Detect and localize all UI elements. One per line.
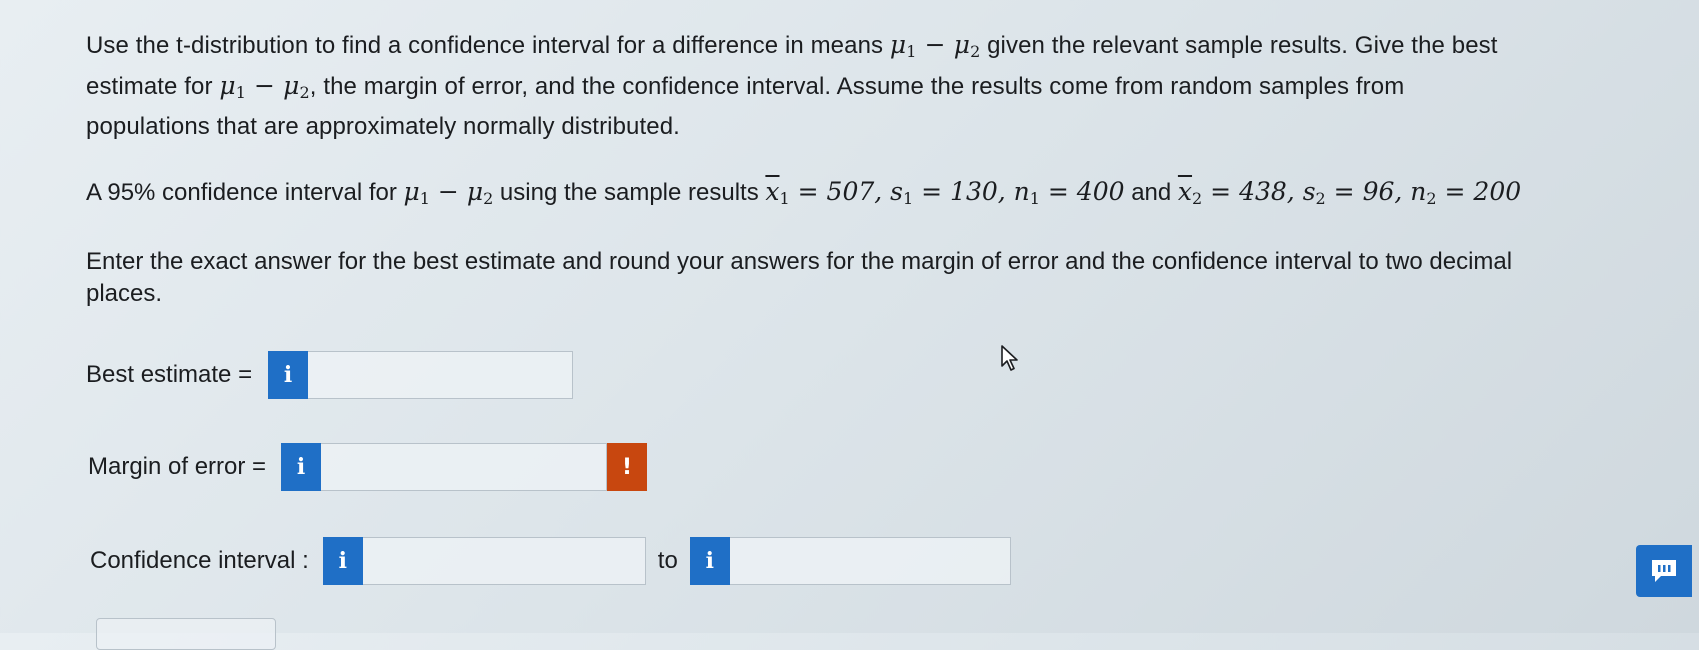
best-estimate-label: Best estimate = — [86, 361, 253, 388]
info-icon[interactable]: i — [281, 443, 322, 491]
best-estimate-row: Best estimate = i — [86, 351, 574, 399]
chat-button[interactable] — [1636, 545, 1692, 597]
chat-icon — [1652, 560, 1676, 582]
ci-lower-input[interactable] — [362, 537, 646, 585]
confidence-interval-row: Confidence interval : i to i — [90, 537, 1011, 585]
mu1-minus-mu2: μ1 − μ2 — [889, 30, 981, 61]
x1-bar-value: x1 = 507, — [765, 177, 891, 208]
mu1-minus-mu2: μ1 − μ2 — [403, 177, 494, 208]
s1-value: s1 = 130, — [890, 177, 1014, 208]
confidence-interval-label: Confidence interval : — [90, 547, 309, 574]
question-line-1: Use the t-distribution to find a confide… — [86, 30, 1498, 61]
warning-icon[interactable]: ! — [607, 443, 648, 491]
question-line-2: estimate for μ1 − μ2, the margin of erro… — [86, 71, 1405, 102]
n2-value: n2 = 200 — [1410, 177, 1522, 208]
partial-button[interactable] — [96, 618, 276, 650]
x2-bar-value: x2 = 438, — [1177, 177, 1303, 208]
s2-value: s2 = 96, — [1302, 177, 1411, 208]
question-text: Use the t-distribution to find a confide… — [86, 28, 1606, 144]
margin-of-error-row: Margin of error = i ! — [88, 443, 648, 491]
margin-of-error-label: Margin of error = — [88, 453, 267, 480]
instructions-text: Enter the exact answer for the best esti… — [86, 248, 1513, 307]
info-icon[interactable]: i — [689, 537, 730, 585]
sample-results-text: A 95% confidence interval for μ1 − μ2 us… — [86, 177, 1522, 208]
info-icon[interactable]: i — [268, 351, 309, 399]
mouse-cursor-icon — [1001, 345, 1018, 371]
n1-value: n1 = 400 — [1013, 177, 1125, 208]
margin-of-error-input[interactable] — [321, 443, 608, 491]
ci-upper-input[interactable] — [729, 537, 1011, 585]
mu1-minus-mu2: μ1 − μ2 — [219, 71, 310, 102]
best-estimate-input[interactable] — [308, 351, 574, 399]
info-icon[interactable]: i — [322, 537, 363, 585]
question-line-3: populations that are approximately norma… — [86, 113, 680, 140]
to-label: to — [657, 547, 678, 574]
